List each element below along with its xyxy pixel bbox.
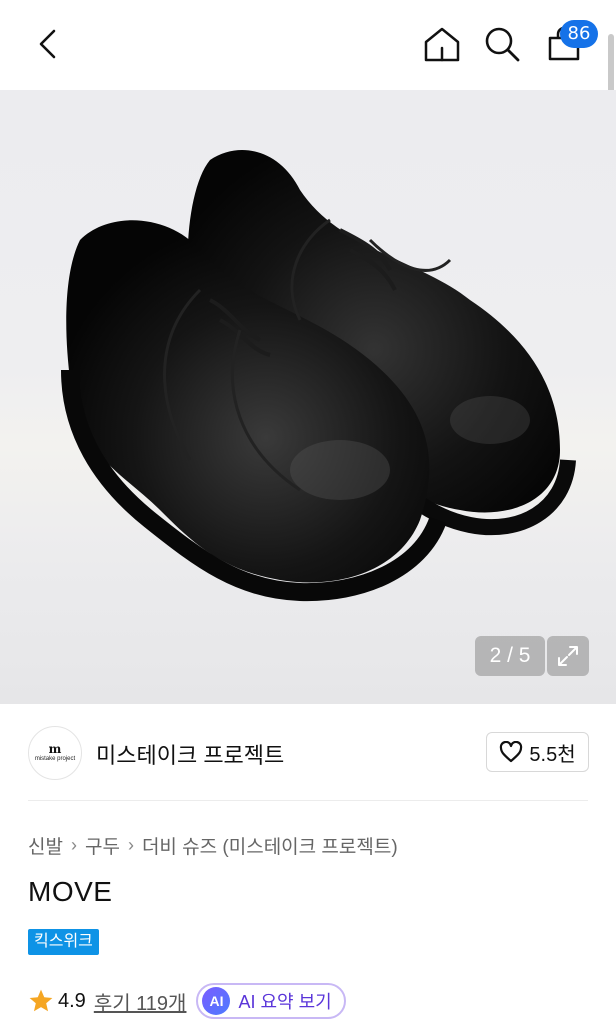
top-navigation-bar: 86 [0,0,616,94]
chevron-right-icon: › [70,834,77,855]
rating-score: 4.9 [58,989,86,1012]
brand-logo-mark: m [48,742,62,756]
expand-icon[interactable] [547,636,589,676]
divider [28,800,588,801]
star-icon [29,989,53,1012]
brand-name[interactable]: 미스테이크 프로젝트 [96,738,284,770]
product-image-gallery[interactable]: 2 / 5 [0,90,616,704]
chevron-left-icon[interactable] [26,22,70,66]
brand-row[interactable]: m mistake project 미스테이크 프로젝트 5.5천 [0,704,616,800]
breadcrumb-item[interactable]: 구두 [85,832,120,859]
ai-summary-button[interactable]: AI AI 요약 보기 [196,983,346,1019]
chevron-right-icon: › [127,834,134,855]
cart-count-badge: 86 [560,20,598,48]
ai-summary-label: AI 요약 보기 [238,992,332,1012]
search-icon[interactable] [480,22,524,66]
product-title: MOVE [28,876,113,907]
image-counter: 2 / 5 [475,636,545,676]
product-image [61,150,576,602]
promo-tag: 킥스위크 [28,929,99,955]
scrollbar[interactable] [608,34,614,94]
brand-logo[interactable]: m mistake project [28,726,82,780]
heart-icon [500,741,523,763]
like-count: 5.5천 [529,743,576,766]
reviews-link[interactable]: 후기 119개 [94,987,187,1016]
like-button[interactable]: 5.5천 [486,732,589,772]
brand-logo-text: mistake project [34,756,76,762]
ai-icon: AI [202,987,231,1015]
breadcrumb-item[interactable]: 신발 [28,832,63,859]
home-icon[interactable] [420,22,464,66]
rating-row: 4.9 후기 119개 AI AI 요약 보기 [28,983,346,1019]
breadcrumb: 신발 › 구두 › 더비 슈즈 (미스테이크 프로젝트) [28,830,398,860]
breadcrumb-item[interactable]: 더비 슈즈 (미스테이크 프로젝트) [142,832,398,859]
